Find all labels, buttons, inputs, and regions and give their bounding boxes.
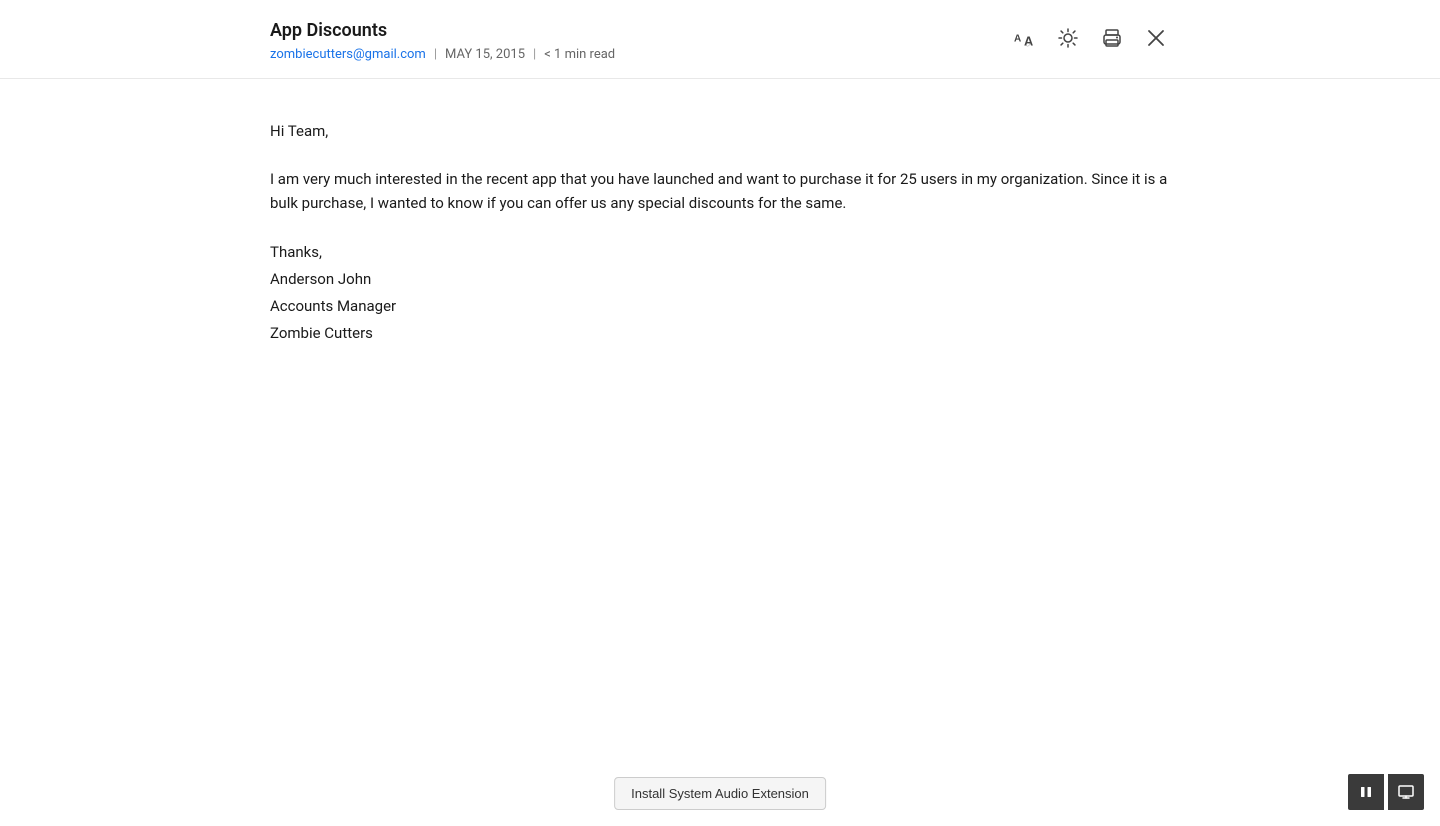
- media-controls: [1348, 774, 1424, 810]
- screen-button[interactable]: [1388, 774, 1424, 810]
- sender-email[interactable]: zombiecutters@gmail.com: [270, 47, 426, 62]
- signature-thanks: Thanks,: [270, 239, 1170, 266]
- email-signature: Thanks, Anderson John Accounts Manager Z…: [270, 239, 1170, 347]
- email-title: App Discounts: [270, 20, 615, 41]
- pause-button[interactable]: [1348, 774, 1384, 810]
- brightness-icon: [1058, 28, 1078, 48]
- text-size-icon: A A: [1014, 28, 1034, 48]
- print-icon: [1102, 28, 1122, 48]
- bottom-bar: Install System Audio Extension: [614, 765, 826, 826]
- email-reader: App Discounts zombiecutters@gmail.com | …: [0, 0, 1440, 826]
- email-greeting: Hi Team,: [270, 119, 1170, 143]
- meta-separator: |: [434, 47, 437, 62]
- text-size-button[interactable]: A A: [1010, 24, 1038, 52]
- email-body: Hi Team, I am very much interested in th…: [0, 79, 1440, 387]
- signature-name: Anderson John: [270, 266, 1170, 293]
- email-header: App Discounts zombiecutters@gmail.com | …: [0, 0, 1440, 79]
- email-header-left: App Discounts zombiecutters@gmail.com | …: [270, 20, 615, 62]
- install-extension-button[interactable]: Install System Audio Extension: [614, 777, 826, 810]
- svg-text:A: A: [1014, 34, 1021, 45]
- email-paragraph: I am very much interested in the recent …: [270, 167, 1170, 215]
- close-button[interactable]: [1142, 24, 1170, 52]
- read-time: < 1 min read: [544, 47, 615, 62]
- email-toolbar: A A: [1010, 20, 1170, 52]
- email-meta: zombiecutters@gmail.com | MAY 15, 2015 |…: [270, 47, 615, 62]
- email-date: MAY 15, 2015: [445, 47, 525, 62]
- meta-separator-2: |: [533, 47, 536, 62]
- close-icon: [1146, 28, 1166, 48]
- print-button[interactable]: [1098, 24, 1126, 52]
- signature-title: Accounts Manager: [270, 293, 1170, 320]
- brightness-button[interactable]: [1054, 24, 1082, 52]
- signature-company: Zombie Cutters: [270, 320, 1170, 347]
